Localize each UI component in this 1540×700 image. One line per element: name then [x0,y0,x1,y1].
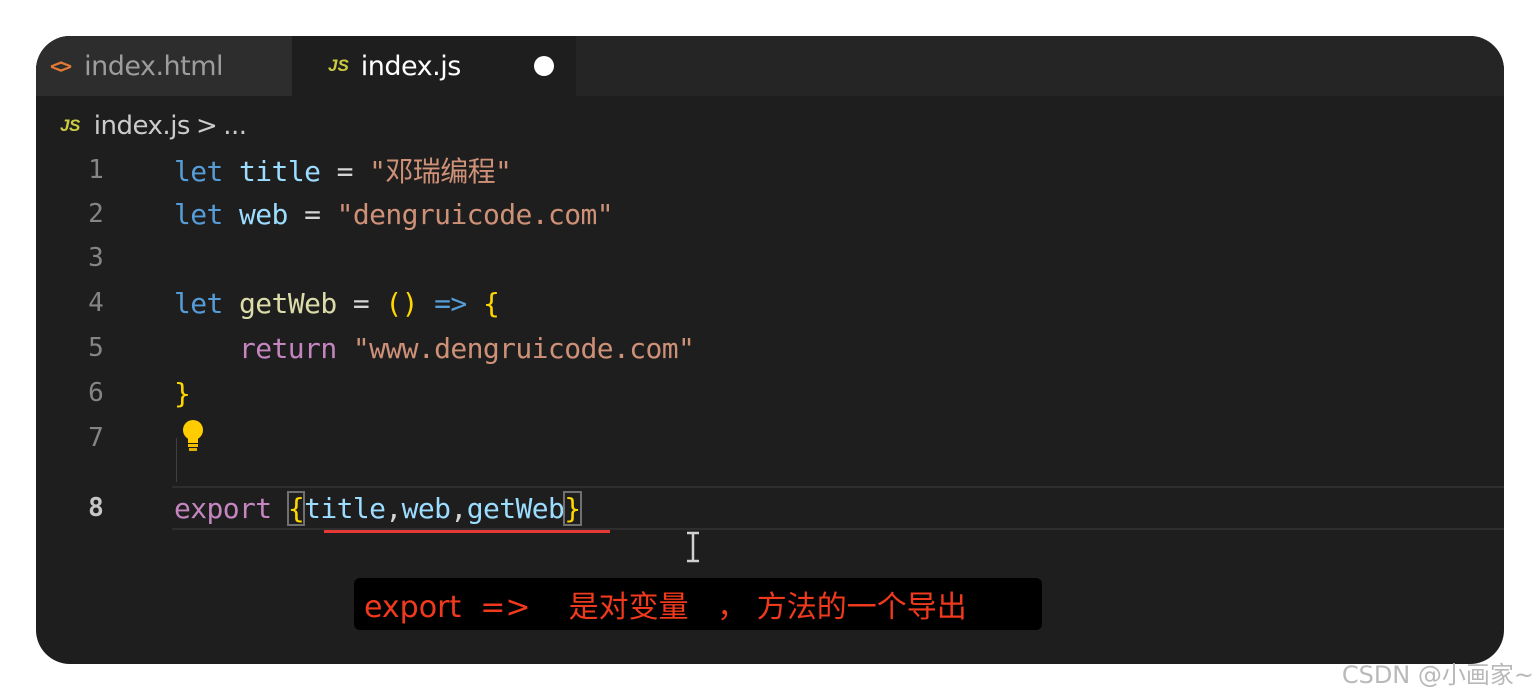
operator: = [352,286,370,320]
line-number-active: 8 [88,493,104,523]
string-literal: "邓瑞编程" [369,155,512,188]
identifier: title [239,155,321,188]
operator: = [336,155,354,188]
identifier: web [401,491,451,525]
identifier: title [304,491,386,525]
string-literal: "www.dengruicode.com" [352,331,695,365]
annotation-underline [324,530,610,533]
line-content: let title = "邓瑞编程" [174,150,512,190]
operator: = [304,197,321,231]
subtitle-caption: export => 是对变量 ， 方法的一个导出 [354,578,1042,630]
close-brace: } [174,376,191,410]
identifier: web [239,197,288,231]
line-number: 6 [88,378,104,408]
breadcrumb-file[interactable]: index.js [94,111,191,141]
line-content: } [174,376,191,410]
chevron-right-icon: > [195,111,218,141]
html-file-icon: <> [50,54,72,78]
code-line: 4 let getWeb = () => { [36,281,1504,325]
keyword: let [174,197,223,231]
comma: , [450,491,467,525]
code-line: 7 [36,416,1504,460]
tab-label: index.js [360,50,462,82]
line-number: 7 [88,423,104,453]
line-content: export {title,web,getWeb} [174,490,582,526]
lightbulb-icon[interactable] [182,419,204,453]
js-file-icon: JS [60,116,80,135]
code-line: 5 return "www.dengruicode.com" [36,326,1504,370]
comma: , [385,491,402,525]
open-brace: { [482,286,500,320]
keyword: return [239,331,337,365]
tab-index-js[interactable]: JS index.js [292,36,576,96]
matched-bracket-open: { [286,490,306,526]
function-name: getWeb [239,286,337,320]
code-line: 6 } [36,371,1504,415]
code-line: 2 let web = "dengruicode.com" [36,192,1504,236]
line-number: 1 [88,155,104,185]
line-content: let web = "dengruicode.com" [174,197,614,231]
line-number: 3 [88,243,104,273]
text-cursor-icon [687,531,699,563]
line-number: 5 [88,333,104,363]
breadcrumb-more[interactable]: ... [223,111,247,141]
code-line: 3 [36,236,1504,280]
keyword: let [174,155,223,188]
keyword: let [174,286,223,320]
keyword: export [174,491,272,525]
tab-label: index.html [84,50,224,82]
breadcrumb: JS index.js > ... [60,108,247,144]
line-number: 4 [88,288,104,318]
string-literal: "dengruicode.com" [336,197,614,231]
arrow-operator: => [434,286,467,320]
matched-bracket-close: } [563,490,582,526]
line-content: return "www.dengruicode.com" [174,331,695,365]
tab-bar: <> index.html JS index.js [36,36,1504,96]
tab-index-html[interactable]: <> index.html [36,36,292,96]
code-line: 1 let title = "邓瑞编程" [36,148,1504,192]
watermark: CSDN @小画家~ [1341,661,1534,689]
unsaved-dot-icon[interactable] [534,56,554,76]
parentheses: () [385,286,418,320]
code-editor[interactable]: <> index.html JS index.js JS index.js > … [36,36,1504,664]
identifier: getWeb [466,491,565,525]
code-line: 8 export {title,web,getWeb} [36,486,1504,530]
line-number: 2 [88,199,104,229]
js-file-icon: JS [328,56,349,75]
line-content: let getWeb = () => { [174,286,500,320]
